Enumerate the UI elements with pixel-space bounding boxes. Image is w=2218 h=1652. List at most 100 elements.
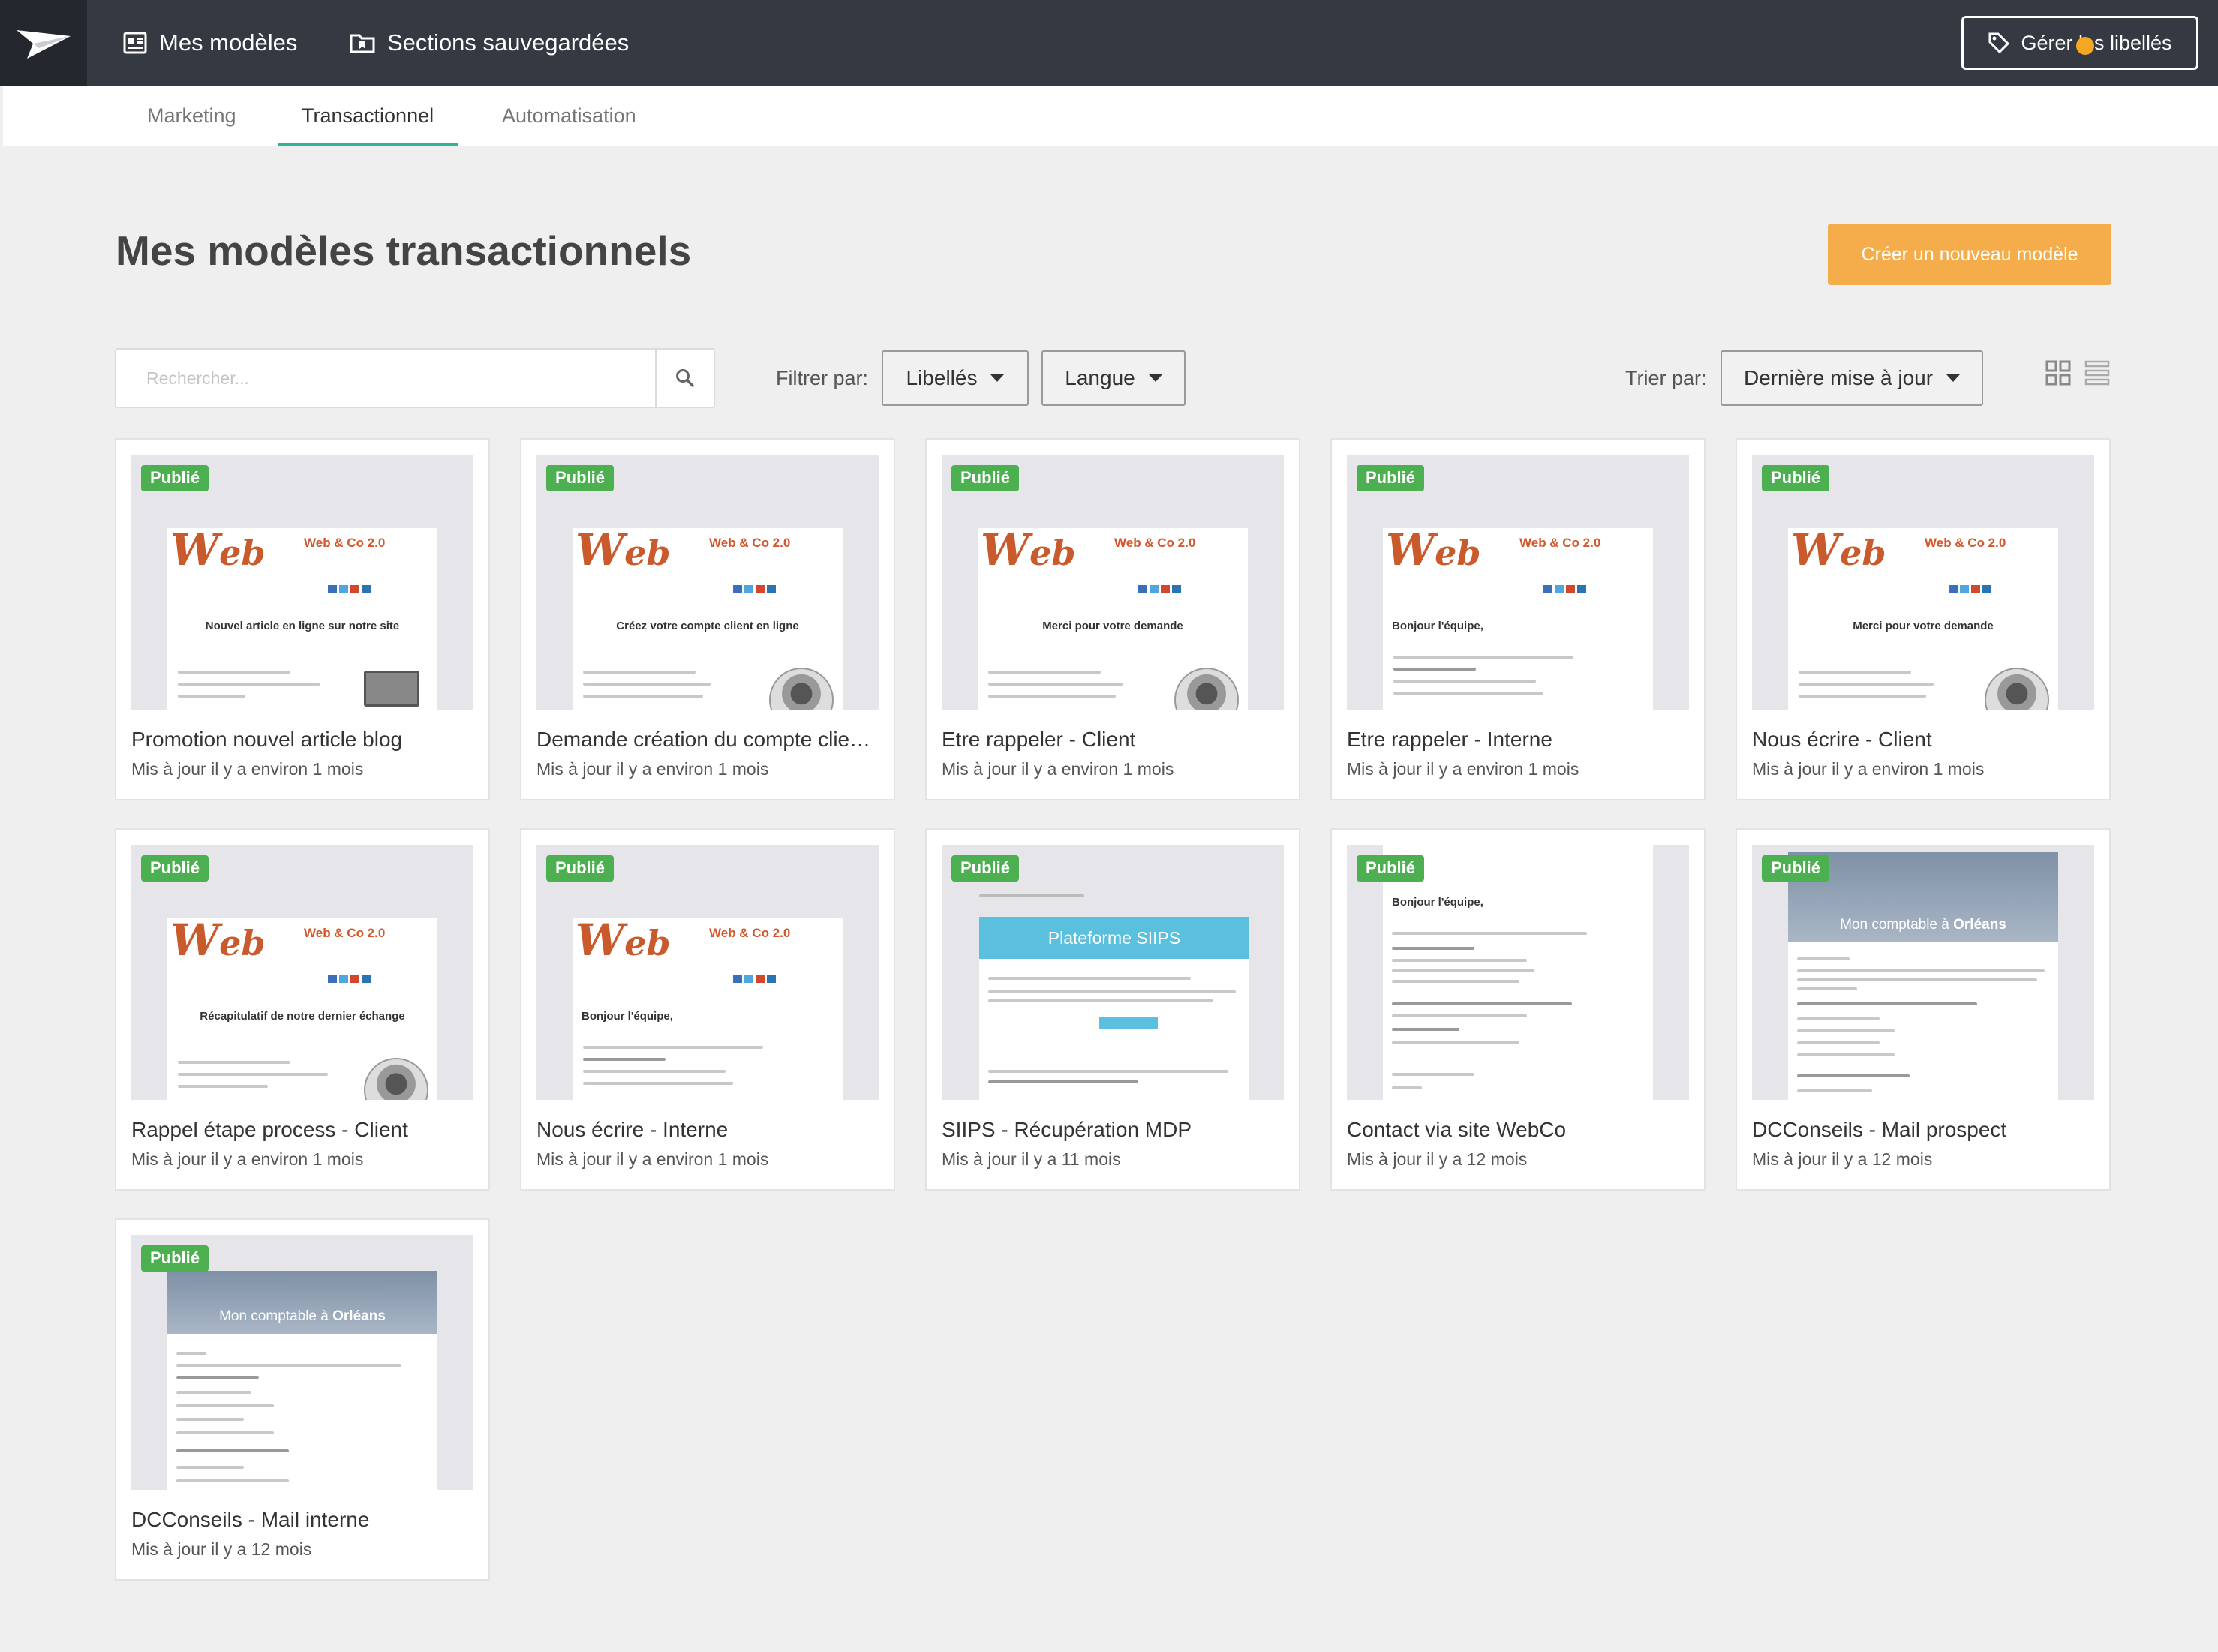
- webco-logo: Web: [1386, 524, 1481, 575]
- email-preview: Web Web & Co 2.0 Merci pour votre demand…: [978, 528, 1248, 710]
- filter-tags-dropdown[interactable]: Libellés: [882, 350, 1029, 406]
- email-cta-button: [1099, 1017, 1158, 1029]
- webco-logo: Web: [576, 524, 671, 575]
- tab-automation[interactable]: Automatisation: [502, 86, 636, 146]
- email-banner-city: Orléans: [1953, 917, 2006, 933]
- template-title[interactable]: Nous écrire - Interne: [536, 1118, 882, 1142]
- template-card[interactable]: Publié Web Web & Co 2.0 Nouvel article e…: [115, 438, 490, 800]
- brand-name: Web & Co 2.0: [304, 536, 386, 550]
- template-title[interactable]: Etre rappeler - Client: [942, 728, 1287, 752]
- template-card[interactable]: Publié Mon comptable à Orléans DCConseil…: [1736, 828, 2111, 1191]
- brand-name: Web & Co 2.0: [709, 536, 791, 550]
- template-preview[interactable]: Publié Web Web & Co 2.0 Bonjour l'équipe…: [1347, 455, 1689, 710]
- mouse-cursor-indicator: [2076, 37, 2094, 55]
- template-card[interactable]: Publié Web Web & Co 2.0 Merci pour votre…: [1736, 438, 2111, 800]
- email-preview: Web Web & Co 2.0 Bonjour l'équipe,: [1383, 528, 1653, 710]
- search-button[interactable]: [655, 350, 714, 407]
- template-card[interactable]: Publié Web Web & Co 2.0 Récapitulatif de…: [115, 828, 490, 1191]
- template-title[interactable]: Etre rappeler - Interne: [1347, 728, 1692, 752]
- email-heading: Merci pour votre demande: [1853, 620, 1994, 632]
- email-heading: Bonjour l'équipe,: [582, 1010, 673, 1023]
- template-title[interactable]: SIIPS - Récupération MDP: [942, 1118, 1287, 1142]
- template-preview[interactable]: Publié Mon comptable à Orléans: [131, 1235, 473, 1490]
- template-title[interactable]: Rappel étape process - Client: [131, 1118, 476, 1142]
- manage-labels-label: Gérer les libellés: [2021, 31, 2172, 54]
- template-title[interactable]: Demande création du compte client en lig…: [536, 728, 882, 752]
- person-avatar: [769, 668, 834, 710]
- email-heading: Créez votre compte client en ligne: [616, 620, 799, 632]
- template-preview[interactable]: Publié Web Web & Co 2.0 Merci pour votre…: [1752, 455, 2094, 710]
- template-card[interactable]: Bonjour l'équipe, Publié Contact via sit…: [1330, 828, 1706, 1191]
- create-template-button[interactable]: Créer un nouveau modèle: [1828, 224, 2111, 285]
- email-preview: [979, 959, 1249, 1100]
- saved-folder-icon: [350, 34, 375, 53]
- template-updated: Mis à jour il y a environ 1 mois: [131, 759, 364, 779]
- chevron-down-icon: [990, 374, 1005, 382]
- template-preview[interactable]: Publié Web Web & Co 2.0 Bonjour l'équipe…: [536, 845, 879, 1100]
- status-badge: Publié: [141, 465, 209, 491]
- template-card[interactable]: Publié Web Web & Co 2.0 Bonjour l'équipe…: [1330, 438, 1706, 800]
- social-icons: [328, 585, 371, 593]
- template-title[interactable]: Promotion nouvel article blog: [131, 728, 476, 752]
- social-icons: [328, 975, 371, 983]
- template-preview[interactable]: Publié Web Web & Co 2.0 Merci pour votre…: [942, 455, 1284, 710]
- social-icons: [733, 585, 777, 593]
- email-preview: Bonjour l'équipe,: [1383, 845, 1653, 1100]
- nav-my-templates[interactable]: Mes modèles: [123, 0, 297, 86]
- template-updated: Mis à jour il y a environ 1 mois: [536, 759, 769, 779]
- template-updated: Mis à jour il y a environ 1 mois: [536, 1149, 769, 1169]
- sort-dropdown[interactable]: Dernière mise à jour: [1721, 350, 1983, 406]
- template-updated: Mis à jour il y a environ 1 mois: [942, 759, 1174, 779]
- tab-marketing[interactable]: Marketing: [147, 86, 236, 146]
- template-updated: Mis à jour il y a 11 mois: [942, 1149, 1121, 1169]
- status-badge: Publié: [141, 1245, 209, 1272]
- template-card[interactable]: Publié Mon comptable à Orléans DCConseil…: [115, 1218, 490, 1581]
- app-logo[interactable]: [0, 0, 87, 86]
- brand-name: Web & Co 2.0: [1519, 536, 1601, 550]
- template-title[interactable]: DCConseils - Mail prospect: [1752, 1118, 2097, 1142]
- list-view-icon[interactable]: [2084, 360, 2110, 386]
- grid-view-icon[interactable]: [2045, 360, 2071, 386]
- template-preview[interactable]: Publié Web Web & Co 2.0 Récapitulatif de…: [131, 845, 473, 1100]
- brand-name: Web & Co 2.0: [1925, 536, 2006, 550]
- template-title[interactable]: Contact via site WebCo: [1347, 1118, 1692, 1142]
- template-title[interactable]: DCConseils - Mail interne: [131, 1508, 476, 1532]
- page-title: Mes modèles transactionnels: [116, 227, 692, 274]
- status-badge: Publié: [951, 465, 1020, 491]
- template-updated: Mis à jour il y a 12 mois: [1347, 1149, 1528, 1169]
- social-icons: [733, 975, 777, 983]
- template-title[interactable]: Nous écrire - Client: [1752, 728, 2097, 752]
- status-badge: Publié: [1762, 465, 1830, 491]
- webco-logo: Web: [170, 524, 266, 575]
- tab-transactional[interactable]: Transactionnel: [277, 86, 458, 146]
- email-banner-city: Orléans: [332, 1308, 386, 1324]
- template-card[interactable]: Publié Web Web & Co 2.0 Merci pour votre…: [925, 438, 1300, 800]
- search-icon: [676, 369, 694, 387]
- nav-saved-sections[interactable]: Sections sauvegardées: [350, 0, 629, 86]
- template-preview[interactable]: Publié Web Web & Co 2.0 Créez votre comp…: [536, 455, 879, 710]
- tab-transactional-label: Transactionnel: [302, 104, 434, 127]
- status-badge: Publié: [1762, 855, 1830, 882]
- template-card[interactable]: Publié Plateforme SIIPS SIIPS - Récupéra…: [925, 828, 1300, 1191]
- email-heading: Récapitulatif de notre dernier échange: [200, 1010, 405, 1023]
- email-preview: Web Web & Co 2.0 Récapitulatif de notre …: [167, 918, 437, 1100]
- status-badge: Publié: [1357, 855, 1425, 882]
- tab-marketing-label: Marketing: [147, 104, 236, 127]
- email-preview: [1788, 942, 2058, 1100]
- template-updated: Mis à jour il y a environ 1 mois: [131, 1149, 364, 1169]
- search-input[interactable]: [116, 350, 655, 407]
- social-icons: [1949, 585, 1992, 593]
- status-badge: Publié: [141, 855, 209, 882]
- template-preview[interactable]: Bonjour l'équipe, Publié: [1347, 845, 1689, 1100]
- template-card[interactable]: Publié Web Web & Co 2.0 Créez votre comp…: [520, 438, 895, 800]
- filter-language-dropdown[interactable]: Langue: [1041, 350, 1186, 406]
- template-card[interactable]: Publié Web Web & Co 2.0 Bonjour l'équipe…: [520, 828, 895, 1191]
- brand-name: Web & Co 2.0: [1114, 536, 1196, 550]
- email-heading: Bonjour l'équipe,: [1392, 620, 1483, 632]
- template-preview[interactable]: Publié Plateforme SIIPS: [942, 845, 1284, 1100]
- email-banner-text: Mon comptable à: [219, 1308, 333, 1324]
- template-preview[interactable]: Publié Mon comptable à Orléans: [1752, 845, 2094, 1100]
- email-banner-text: Mon comptable à: [1840, 917, 1954, 933]
- template-preview[interactable]: Publié Web Web & Co 2.0 Nouvel article e…: [131, 455, 473, 710]
- templates-icon: [123, 32, 147, 54]
